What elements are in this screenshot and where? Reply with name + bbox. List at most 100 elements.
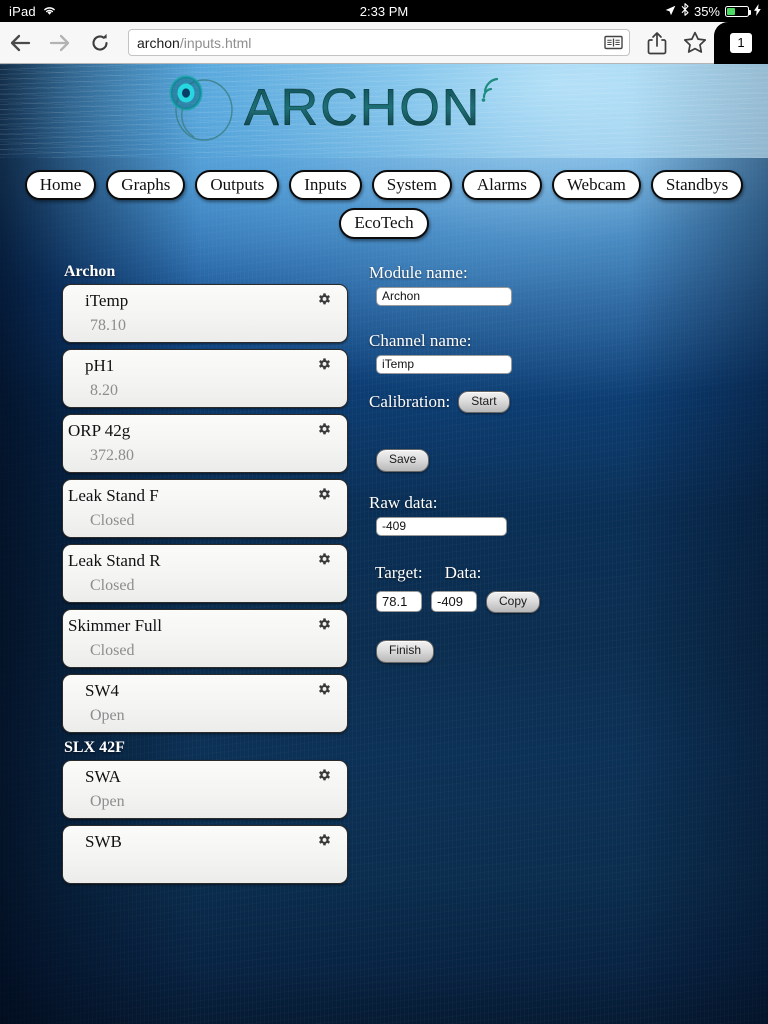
- status-bar-clock: 2:33 PM: [359, 3, 409, 19]
- raw-data-input[interactable]: [376, 516, 507, 536]
- tab-switcher-button[interactable]: 1: [714, 21, 768, 64]
- input-channel-name: Leak Stand R: [68, 550, 161, 570]
- calibration-row: Calibration: Start: [369, 390, 768, 414]
- finish-button[interactable]: Finish: [376, 640, 435, 663]
- channel-name-input[interactable]: [376, 354, 512, 374]
- status-bar-right: 35%: [665, 0, 761, 22]
- calibration-label: Calibration:: [369, 391, 451, 411]
- inputs-list-panel: Archon iTemp 78.10 pH1 8.20 ORP 42g 372.80 Leak…: [0, 263, 348, 890]
- svg-text:ARCHON: ARCHON: [244, 79, 481, 137]
- gear-icon[interactable]: [316, 487, 333, 504]
- wifi-signal-arcs-icon: [481, 77, 499, 102]
- input-channel-name: SWA: [85, 766, 121, 786]
- bookmark-star-icon[interactable]: [676, 22, 714, 64]
- save-button[interactable]: Save: [376, 449, 430, 472]
- status-bar-left: iPad: [0, 4, 57, 19]
- site-navigation: Home Graphs Outputs Inputs System Alarms Webca…: [0, 170, 768, 239]
- reload-icon[interactable]: [80, 22, 120, 64]
- archon-circle-logo: [164, 73, 240, 150]
- battery-percent-label: 35%: [693, 3, 720, 19]
- input-channel-name: Skimmer Full: [68, 615, 162, 635]
- copy-button[interactable]: Copy: [486, 590, 541, 614]
- nav-item-standbys[interactable]: Standbys: [650, 170, 744, 201]
- gear-icon[interactable]: [316, 292, 333, 309]
- calibration-start-button[interactable]: Start: [458, 390, 510, 414]
- input-channel-value: Open: [90, 792, 125, 810]
- reader-view-icon[interactable]: [604, 34, 623, 54]
- raw-data-label: Raw data:: [369, 492, 438, 512]
- gear-icon[interactable]: [316, 768, 333, 785]
- input-channel-name: pH1: [85, 355, 115, 375]
- nav-item-ecotech[interactable]: EcoTech: [339, 208, 429, 239]
- input-channel-name: ORP 42g: [68, 420, 131, 440]
- gear-icon[interactable]: [316, 682, 333, 699]
- input-channel-card[interactable]: SWB: [62, 824, 348, 884]
- tab-count-badge: 1: [730, 32, 752, 53]
- input-channel-value: Closed: [90, 511, 135, 529]
- inputs-group-header: SLX 42F: [64, 738, 125, 756]
- data-label: Data:: [444, 562, 482, 582]
- nav-item-inputs[interactable]: Inputs: [289, 170, 362, 201]
- input-channel-value: Closed: [90, 641, 135, 659]
- gear-icon[interactable]: [316, 833, 333, 850]
- archon-logo: ARCHON: [164, 73, 544, 150]
- address-bar[interactable]: archon/inputs.html: [128, 29, 630, 56]
- input-channel-card[interactable]: pH1 8.20: [62, 348, 348, 408]
- bluetooth-icon: [681, 3, 689, 19]
- back-arrow-icon[interactable]: [0, 22, 40, 64]
- input-channel-value: Closed: [90, 576, 135, 594]
- input-channel-name: iTemp: [85, 290, 129, 310]
- wifi-icon: [42, 4, 57, 19]
- archon-wordmark: ARCHON: [244, 77, 544, 146]
- input-channel-card[interactable]: Leak Stand R Closed: [62, 543, 348, 603]
- input-channel-card[interactable]: ORP 42g 372.80: [62, 413, 348, 473]
- nav-item-graphs[interactable]: Graphs: [106, 170, 186, 201]
- main-content: Archon iTemp 78.10 pH1 8.20 ORP 42g 372.80 Leak…: [0, 247, 768, 890]
- inputs-group-header: Archon: [64, 262, 116, 280]
- channel-name-label: Channel name:: [369, 330, 472, 350]
- target-data-row: Copy: [376, 590, 768, 614]
- lightning-bolt-icon: [754, 3, 761, 19]
- battery-icon: [725, 5, 751, 17]
- input-channel-name: SW4: [85, 680, 119, 700]
- input-channel-value: 8.20: [90, 381, 118, 399]
- target-label: Target:: [375, 562, 423, 582]
- input-channel-card[interactable]: Skimmer Full Closed: [62, 608, 348, 668]
- input-channel-name: Leak Stand F: [68, 485, 159, 505]
- url-path: /inputs.html: [179, 34, 252, 51]
- web-page-content: ARCHON Home Graphs Outputs Inputs System Alar…: [0, 64, 768, 1024]
- input-settings-form: Module name: Channel name: Calibration: …: [348, 263, 768, 890]
- input-channel-card[interactable]: Leak Stand F Closed: [62, 478, 348, 538]
- module-name-label: Module name:: [369, 262, 468, 282]
- nav-item-alarms[interactable]: Alarms: [461, 170, 542, 201]
- input-channel-card[interactable]: SW4 Open: [62, 673, 348, 733]
- input-channel-card[interactable]: iTemp 78.10: [62, 283, 348, 343]
- data-value-input[interactable]: [431, 591, 477, 613]
- site-banner: ARCHON: [0, 64, 768, 158]
- input-channel-value: Open: [90, 706, 125, 724]
- nav-row-primary: Home Graphs Outputs Inputs System Alarms Webca…: [0, 170, 768, 201]
- device-name: iPad: [9, 3, 36, 19]
- input-channel-name: SWB: [85, 831, 122, 851]
- url-host: archon: [137, 34, 180, 51]
- module-name-input[interactable]: [376, 286, 512, 306]
- nav-row-secondary: EcoTech: [0, 208, 768, 239]
- gear-icon[interactable]: [316, 552, 333, 569]
- input-channel-card[interactable]: SWA Open: [62, 759, 348, 819]
- ios-status-bar: iPad 2:33 PM 35%: [0, 0, 768, 22]
- safari-toolbar: archon/inputs.html 1: [0, 21, 768, 64]
- location-arrow-icon: [665, 4, 676, 19]
- input-channel-value: 78.10: [90, 316, 126, 334]
- gear-icon[interactable]: [316, 422, 333, 439]
- gear-icon[interactable]: [316, 357, 333, 374]
- target-data-labels: Target: Data:: [369, 563, 768, 587]
- forward-arrow-icon[interactable]: [40, 22, 80, 64]
- nav-item-system[interactable]: System: [371, 170, 452, 201]
- nav-item-outputs[interactable]: Outputs: [195, 170, 280, 201]
- nav-item-home[interactable]: Home: [24, 170, 97, 201]
- target-value-input[interactable]: [376, 591, 422, 613]
- gear-icon[interactable]: [316, 617, 333, 634]
- nav-item-webcam[interactable]: Webcam: [551, 170, 641, 201]
- share-icon[interactable]: [638, 22, 676, 64]
- input-channel-value: 372.80: [90, 446, 134, 464]
